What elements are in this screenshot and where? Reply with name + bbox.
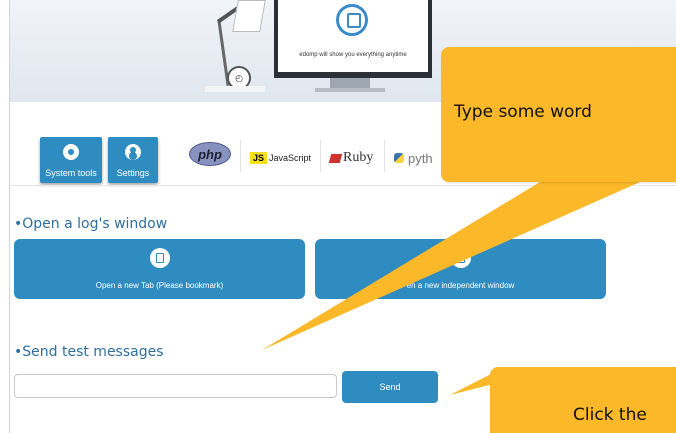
monitor-illustration: edomp will show you everything anytime xyxy=(274,0,432,78)
divider xyxy=(320,140,321,172)
ruby-gem-icon xyxy=(328,153,343,163)
message-input[interactable] xyxy=(14,374,337,398)
open-new-window-button[interactable]: en a new independent window xyxy=(315,239,606,299)
divider xyxy=(240,140,241,172)
tooltip-type-text: Type some word xyxy=(454,102,592,122)
open-new-window-label: en a new independent window xyxy=(406,281,515,290)
tooltip-click-text: Click the xyxy=(573,405,647,425)
open-new-tab-label: Open a new Tab (Please bookmark) xyxy=(95,281,224,290)
monitor-screen: edomp will show you everything anytime xyxy=(278,0,428,72)
settings-label: Settings xyxy=(116,168,150,178)
gear-icon xyxy=(63,144,79,160)
javascript-label: JavaScript xyxy=(269,153,312,163)
system-tools-label: System tools xyxy=(45,168,97,178)
open-new-tab-button[interactable]: Open a new Tab (Please bookmark) xyxy=(14,239,305,299)
document-icon xyxy=(149,248,170,268)
log-section-title: •Open a log's window xyxy=(14,216,168,232)
monitor-stand xyxy=(330,78,370,88)
monitor-base xyxy=(315,88,385,92)
send-section-title: •Send test messages xyxy=(14,344,164,360)
system-tools-button[interactable]: System tools xyxy=(40,137,102,183)
settings-button[interactable]: Settings xyxy=(108,137,158,183)
user-icon xyxy=(125,144,141,160)
ruby-tab[interactable]: Ruby xyxy=(328,144,374,172)
divider xyxy=(384,140,385,172)
send-button[interactable]: Send xyxy=(342,371,438,403)
ruby-label: Ruby xyxy=(343,150,374,165)
lamp-head xyxy=(232,0,266,32)
tooltip-click-send: Click the xyxy=(490,367,676,433)
tooltip-type-words: Type some word xyxy=(441,47,676,182)
python-tab[interactable]: pyth xyxy=(394,144,433,172)
banner-tagline: edomp will show you everything anytime xyxy=(299,52,407,58)
js-badge: JS xyxy=(250,152,268,164)
toolbar-divider xyxy=(10,185,676,186)
php-tab[interactable]: php xyxy=(189,142,231,166)
python-icon xyxy=(394,153,404,163)
edomp-logo-icon xyxy=(336,4,368,36)
php-label: php xyxy=(198,146,222,162)
desk-items xyxy=(205,86,265,92)
javascript-tab[interactable]: JS JavaScript xyxy=(250,144,311,172)
window-icon xyxy=(450,248,471,268)
python-label: pyth xyxy=(408,150,433,166)
